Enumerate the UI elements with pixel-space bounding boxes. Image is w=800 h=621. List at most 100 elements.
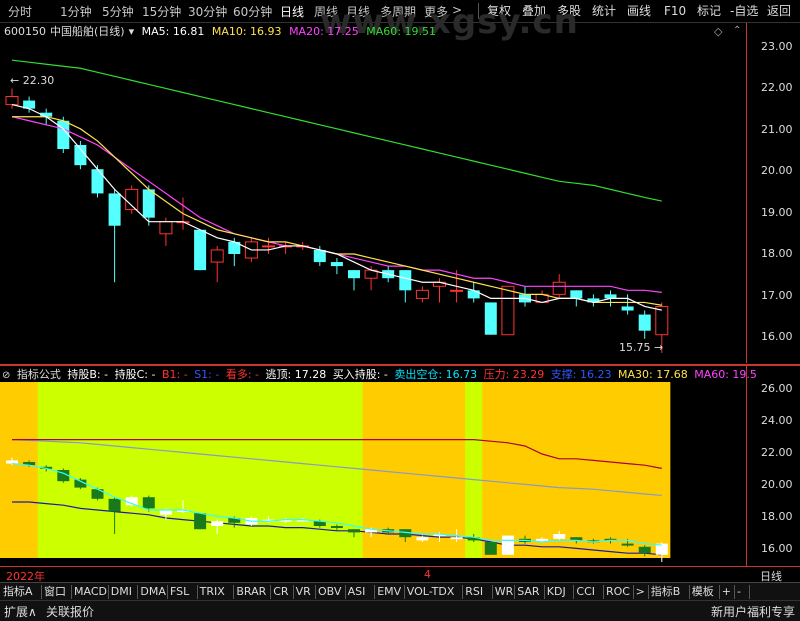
indicator-tab[interactable]: FSL [170,584,189,600]
signal-zone [362,382,483,558]
indicator-tab[interactable]: 指标A [3,584,33,600]
new-user-promo-link[interactable]: 新用户福利专享 [711,603,795,620]
period-toolbar: 分时 1分钟 5分钟 15分钟 30分钟 60分钟 日线 周线 月线 多周期 更… [0,0,800,23]
related-quotes-button[interactable]: 关联报价 [46,603,94,620]
tab-30min[interactable]: 30分钟 [188,3,227,20]
date-axis: 2022年 4 日线 [0,566,800,583]
indicator-tab[interactable]: ASI [348,584,366,600]
diamond-icon[interactable]: ◇ [714,25,722,38]
stock-name[interactable]: 中国船舶(日线) [50,25,125,38]
indicator-candle-body [621,543,634,546]
candle-body [91,169,104,194]
indicator-tab[interactable]: SAR [517,584,539,600]
f10-button[interactable]: F10 [661,2,689,20]
statistics-button[interactable]: 统计 [589,2,619,20]
indicator-tab[interactable]: + [722,584,731,600]
signal-zone [37,382,380,558]
indicator-tab-bar: 指标A 窗口 MACD DMI DMA FSL TRIX BRAR CR VR OBV ASI EMV V… [0,582,800,601]
candle-body [348,270,360,279]
candle-body [655,305,669,336]
indicator-tab[interactable]: > [636,584,645,600]
candlestick-chart[interactable] [0,40,745,363]
candle-body [210,249,224,263]
candle-body [313,249,326,263]
candle-body [159,221,173,235]
indicator-formula-label[interactable]: 指标公式 [17,368,61,381]
indicator-tab[interactable]: CCI [576,584,595,600]
indicator-tab[interactable]: - [737,584,741,600]
indicator-chart[interactable] [0,382,745,566]
tab-60min[interactable]: 60分钟 [233,3,272,20]
candle-body [604,294,617,299]
indicator-tab[interactable]: OBV [318,584,341,600]
tab-15min[interactable]: 15分钟 [142,3,181,20]
indicator-value: 买入持股: - [332,368,388,381]
tab-weekly[interactable]: 周线 [314,3,338,20]
indicator-tab[interactable]: RSI [465,584,483,600]
candle-body [262,245,275,248]
tab-divider [603,585,604,599]
indicator-value: 卖出空仓: 16.73 [394,368,478,381]
indicator-tab[interactable]: CR [273,584,288,600]
tab-divider [167,585,168,599]
overlay-button[interactable]: 叠加 [519,2,549,20]
indicator-tab[interactable]: TRIX [200,584,225,600]
stock-header: 600150 中国船舶(日线) ▾ MA5: 16.81 MA10: 16.93 M… [0,23,745,40]
restore-rights-button[interactable]: 复权 [484,2,514,20]
indicator-candle-body [6,460,18,464]
tab-daily[interactable]: 日线 [280,3,304,20]
candle-body [450,289,464,292]
indicator-tab[interactable]: VOL-TDX [407,584,455,600]
up-arrow-icon[interactable]: ⌃ [733,25,741,36]
indicator-tick: 22.00 [761,446,793,459]
indicator-candle-body [484,542,497,555]
indicator-tab[interactable]: 指标B [651,584,681,600]
tab-more[interactable]: 更多 [424,3,448,20]
tab-multi-period[interactable]: 多周期 [380,3,416,20]
tab-divider [688,585,690,599]
tab-divider [344,585,346,599]
indicator-tab[interactable]: DMA [140,584,166,600]
indicator-tab[interactable]: EMV [377,584,401,600]
tab-5min[interactable]: 5分钟 [102,3,134,20]
indicator-candle-body [416,537,429,541]
indicator-tick: 18.00 [761,510,793,523]
indicator-tab[interactable]: DMI [111,584,132,600]
indicator-tab[interactable]: BRAR [236,584,266,600]
candle-body [638,314,651,331]
indicator-tab[interactable]: 窗口 [44,584,66,600]
indicator-value: S1: - [194,368,220,381]
indicator-tab[interactable]: MACD [74,584,107,600]
draw-line-button[interactable]: 画线 [624,2,654,20]
tab-divider [137,585,139,599]
indicator-value: B1: - [161,368,188,381]
tab-divider [514,585,516,599]
indicator-tab[interactable]: WR [495,584,514,600]
more-chevron-icon[interactable]: > [452,3,462,17]
dropdown-triangle-icon[interactable]: ▾ [129,25,135,38]
indicator-candle-body [348,529,360,533]
tab-fenshi[interactable]: 分时 [8,3,32,20]
low-price-label: 15.75 → [619,341,664,354]
indicator-tab[interactable]: 模板 [692,584,714,600]
tab-divider [632,585,634,599]
expand-button[interactable]: 扩展∧ [4,603,37,620]
mark-button[interactable]: 标记 [694,2,724,20]
indicator-tick: 20.00 [761,478,793,491]
tab-monthly[interactable]: 月线 [346,3,370,20]
price-axis: 23.00 22.00 21.00 20.00 19.00 18.00 17.0… [746,23,800,363]
indicator-tab[interactable]: VR [296,584,311,600]
indicator-tab[interactable]: ROC [606,584,630,600]
multi-stock-button[interactable]: 多股 [554,2,584,20]
date-mark-label: 4 [424,568,431,581]
back-button[interactable]: 返回 [764,2,794,20]
indicator-tab[interactable]: KDJ [547,584,566,600]
price-tick: 18.00 [761,247,793,260]
watchlist-remove-button[interactable]: -自选 [727,2,761,20]
price-tick: 17.00 [761,289,793,302]
collapse-icon[interactable]: ⊘ [2,370,10,381]
tab-divider [403,585,405,599]
indicator-value: 支撑: 16.23 [550,368,612,381]
tab-1min[interactable]: 1分钟 [60,3,92,20]
tab-divider [292,585,294,599]
